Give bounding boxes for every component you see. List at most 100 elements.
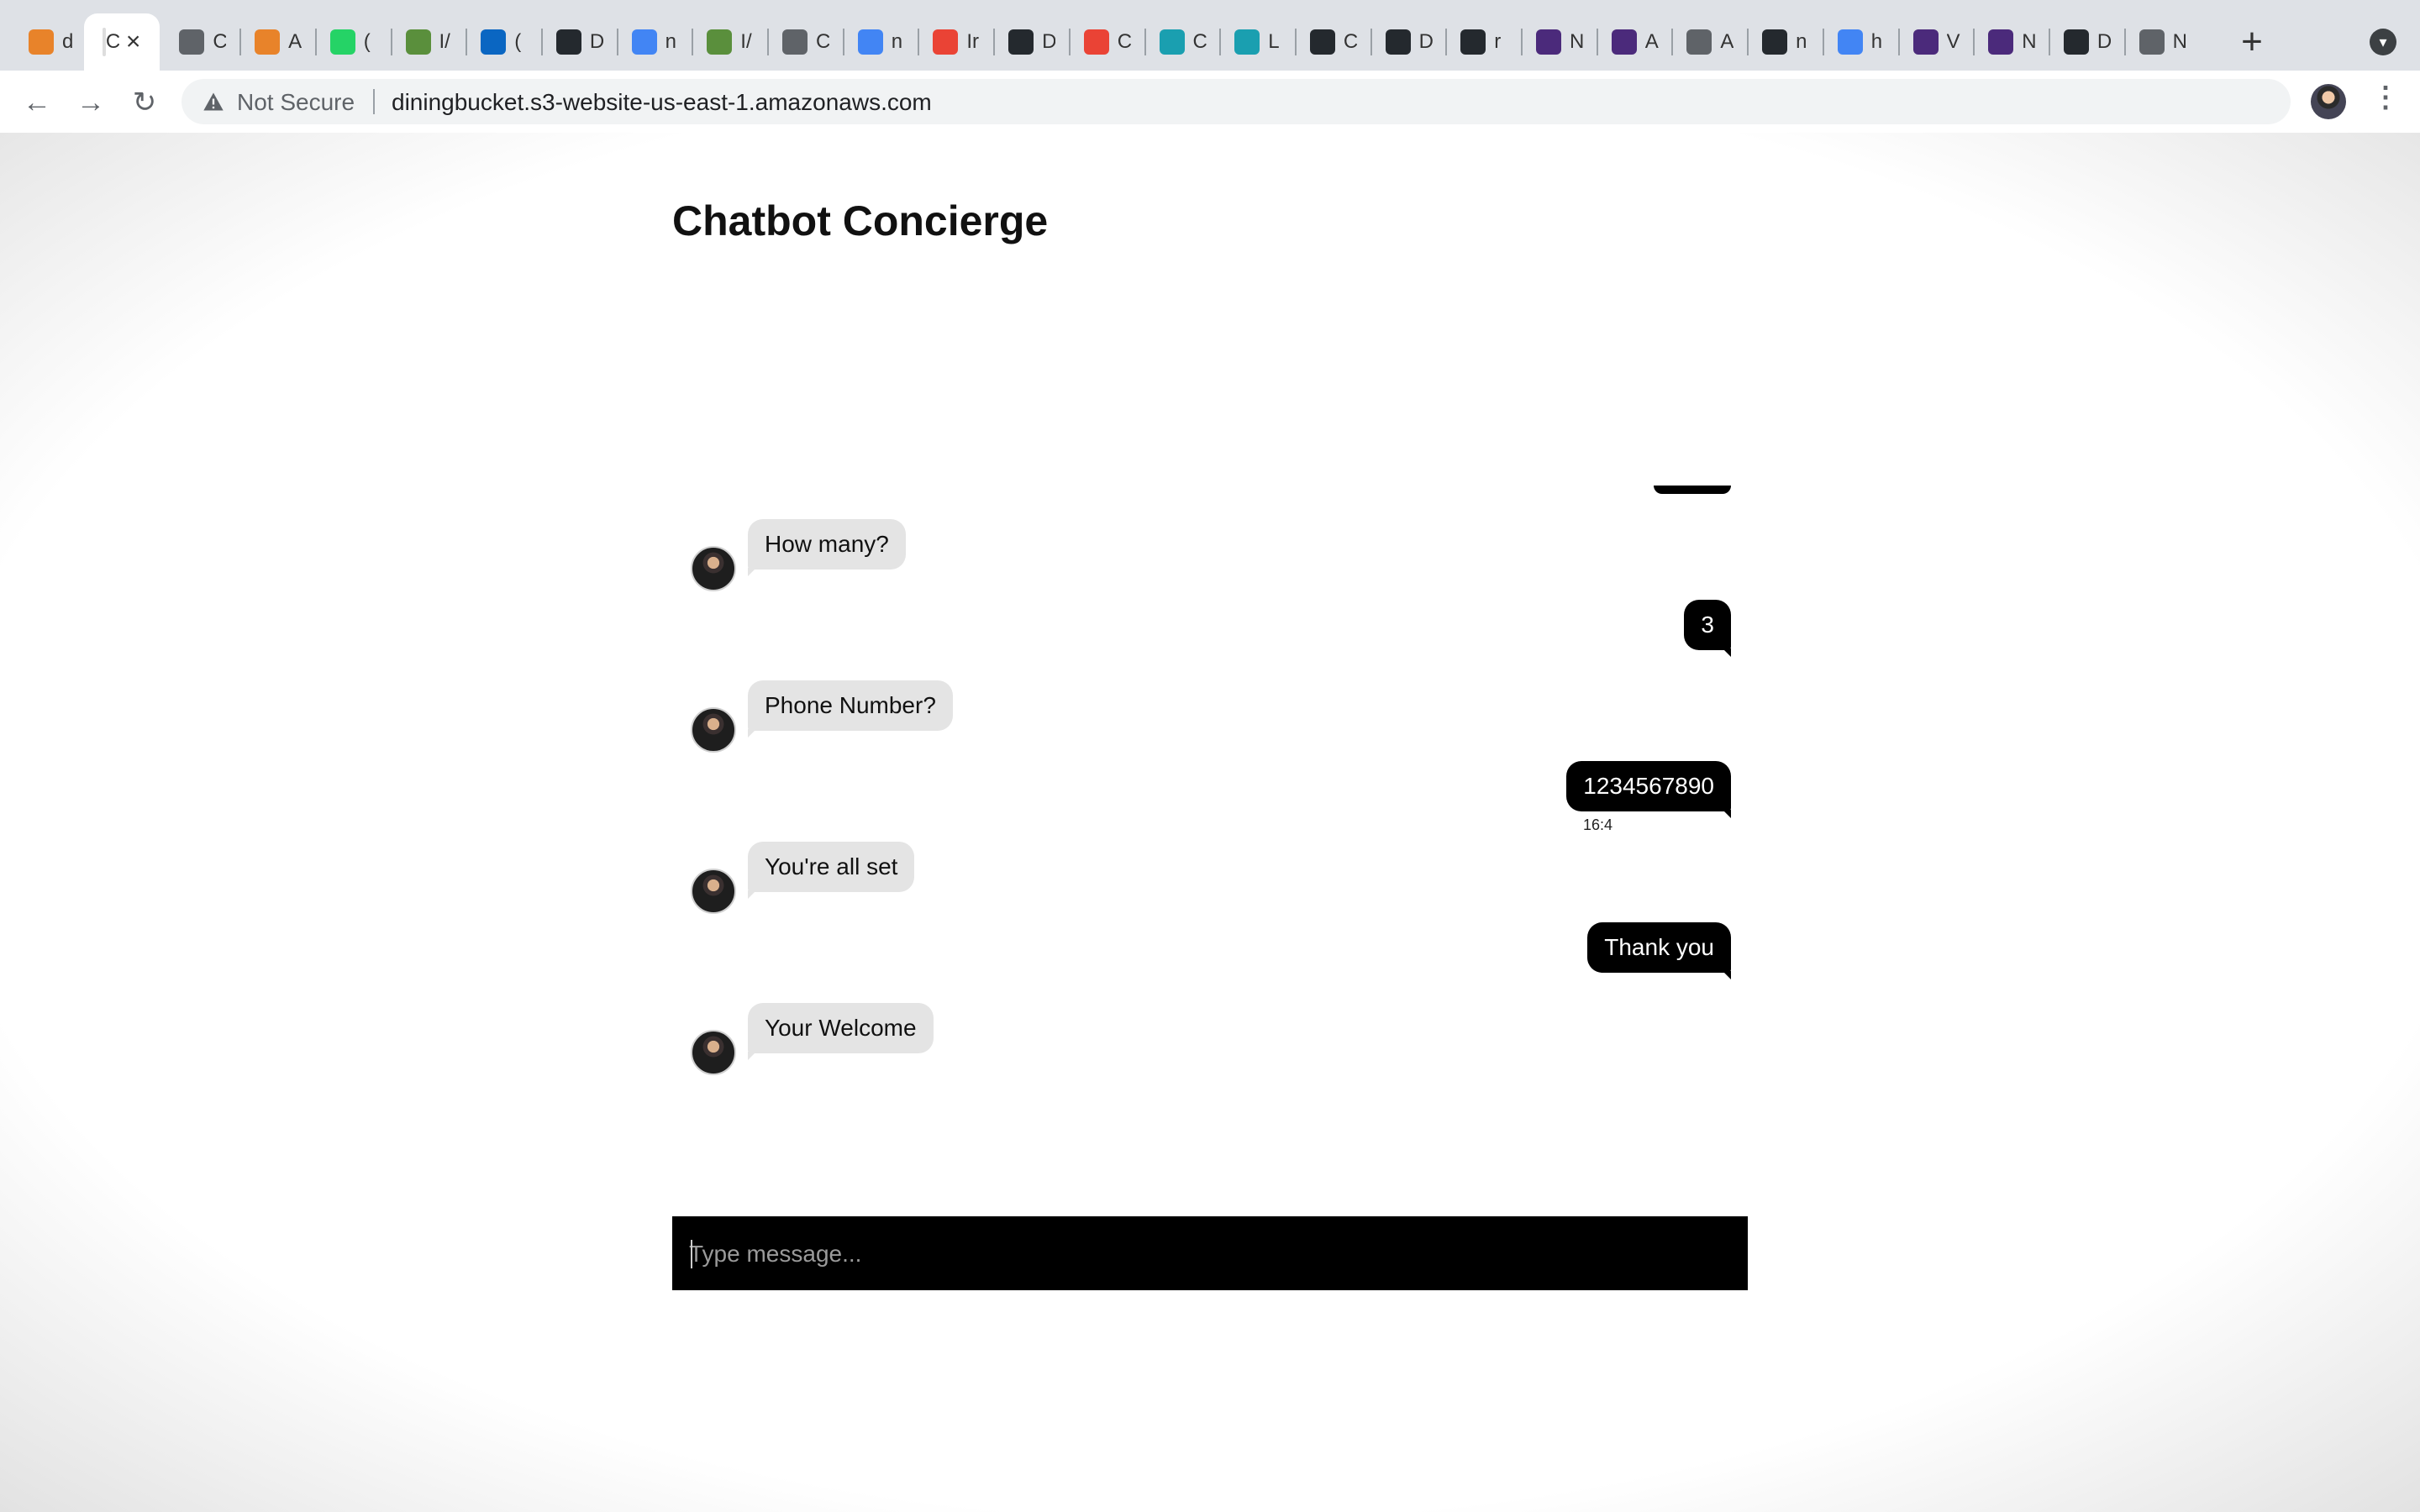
github-icon (1008, 29, 1034, 55)
github-icon (555, 29, 581, 55)
browser-menu-icon[interactable]: ⋮ (2371, 81, 2400, 114)
user-message: 1234567890 (1566, 761, 1731, 818)
tab-title: I/ (439, 30, 450, 53)
tab-title: A (1720, 30, 1734, 53)
browser-tab[interactable]: C (166, 18, 239, 66)
whatsapp-icon (329, 29, 355, 55)
bot-message: Phone Number? (748, 680, 953, 738)
chart-icon (1234, 29, 1260, 55)
browser-tab[interactable]: C (1297, 18, 1370, 66)
chart-icon (1159, 29, 1185, 55)
bot-message: How many? (748, 519, 906, 576)
globe-icon (179, 29, 205, 55)
google-icon (857, 29, 883, 55)
url-text[interactable]: diningbucket.s3-website-us-east-1.amazon… (392, 89, 932, 116)
tab-title: N (1570, 30, 1583, 53)
browser-tab[interactable]: n (844, 18, 918, 66)
reload-button[interactable]: ↻ (128, 86, 161, 119)
browser-tab[interactable]: d (15, 18, 89, 66)
globe-icon (1686, 29, 1712, 55)
browser-tab[interactable]: A (1673, 18, 1747, 66)
browser-tab[interactable]: C (769, 18, 843, 66)
browser-tab[interactable]: Cl × (83, 13, 160, 71)
browser-toolbar: ← → ↻ Not Secure diningbucket.s3-website… (0, 71, 2420, 134)
forward-button[interactable]: → (74, 86, 108, 119)
browser-tab[interactable]: n (618, 18, 692, 66)
github-icon (2063, 29, 2089, 55)
github-icon (1460, 29, 1486, 55)
browser-tab[interactable]: ( (317, 18, 391, 66)
browser-tab[interactable]: D (543, 18, 617, 66)
tab-search-button[interactable]: ▾ (2370, 29, 2396, 55)
tab-title: ( (514, 30, 522, 53)
columbia-icon (1912, 29, 1939, 55)
message-timestamp: 16:4 (1583, 816, 1613, 833)
tab-title: C (1192, 30, 1207, 53)
page-title: Chatbot Concierge (672, 197, 1049, 244)
tab-title: A (288, 30, 302, 53)
browser-tab[interactable]: r (1447, 18, 1521, 66)
bot-avatar (691, 707, 736, 753)
github-icon (1385, 29, 1411, 55)
tab-title: ( (363, 30, 371, 53)
tab-title: D (1418, 30, 1433, 53)
browser-tab[interactable]: D (995, 18, 1069, 66)
gmail-icon (933, 29, 959, 55)
bot-message: You're all set (748, 842, 915, 899)
tab-title: n (1796, 30, 1807, 53)
browser-tab[interactable]: C (1146, 18, 1220, 66)
browser-tab[interactable]: n (1749, 18, 1823, 66)
address-bar[interactable]: Not Secure diningbucket.s3-website-us-ea… (182, 79, 2291, 124)
tab-title: N (2022, 30, 2036, 53)
browser-tab[interactable]: L (1221, 18, 1295, 66)
tab-title: L (1268, 30, 1280, 53)
browser-tab[interactable]: D (2050, 18, 2124, 66)
tab-title: C (1117, 30, 1131, 53)
chat-window[interactable]: How many? 3 Phone Number? 1234567890 16:4 You… (672, 486, 1748, 1216)
browser-tab[interactable]: I/ (693, 18, 767, 66)
browser-tab[interactable]: I/ (392, 18, 466, 66)
browser-tab[interactable]: N (2126, 18, 2200, 66)
tab-title: Cl (105, 30, 119, 53)
message-composer (672, 1216, 1748, 1290)
chrome-icon (2139, 29, 2165, 55)
browser-tab[interactable]: h (1824, 18, 1898, 66)
google-icon (1837, 29, 1863, 55)
aws-cube-icon (255, 29, 281, 55)
tab-title: A (1644, 30, 1659, 53)
browser-tab[interactable]: A (241, 18, 315, 66)
browser-tab[interactable]: Ir (919, 18, 993, 66)
back-button[interactable]: ← (20, 86, 54, 119)
gmail-icon (1083, 29, 1109, 55)
user-message: Thank you (1587, 922, 1731, 979)
columbia-icon (1988, 29, 2014, 55)
browser-tab[interactable]: C (1071, 18, 1144, 66)
tab-title: r (1494, 30, 1502, 53)
profile-avatar[interactable] (2311, 84, 2346, 119)
new-tab-button[interactable]: + (2235, 18, 2269, 66)
warning-icon (203, 92, 224, 111)
browser-tab[interactable]: N (1975, 18, 2049, 66)
message-input[interactable] (687, 1231, 1733, 1277)
browser-tab[interactable]: ( (467, 18, 541, 66)
tab-title: h (1870, 30, 1883, 53)
browser-tab[interactable]: D (1372, 18, 1446, 66)
bot-message: Your Welcome (748, 1003, 934, 1060)
browser-tab[interactable]: A (1598, 18, 1672, 66)
tab-title: V (1946, 30, 1960, 53)
tab-title: C (816, 30, 829, 53)
columbia-icon (1611, 29, 1637, 55)
bot-avatar (691, 546, 736, 591)
security-status[interactable]: Not Secure (237, 89, 355, 116)
tab-title: d (62, 30, 74, 53)
message-list: How many? 3 Phone Number? 1234567890 16:4 You… (672, 486, 1748, 1216)
browser-tab[interactable]: N (1523, 18, 1597, 66)
close-tab-icon[interactable]: × (126, 28, 141, 56)
globe-icon (782, 29, 808, 55)
user-message: 3 (1684, 600, 1731, 657)
linkedin-icon (481, 29, 507, 55)
browser-tab[interactable]: V (1900, 18, 1974, 66)
key-icon (707, 29, 733, 55)
aws-cube-icon (29, 29, 54, 55)
tab-title: D (1042, 30, 1056, 53)
